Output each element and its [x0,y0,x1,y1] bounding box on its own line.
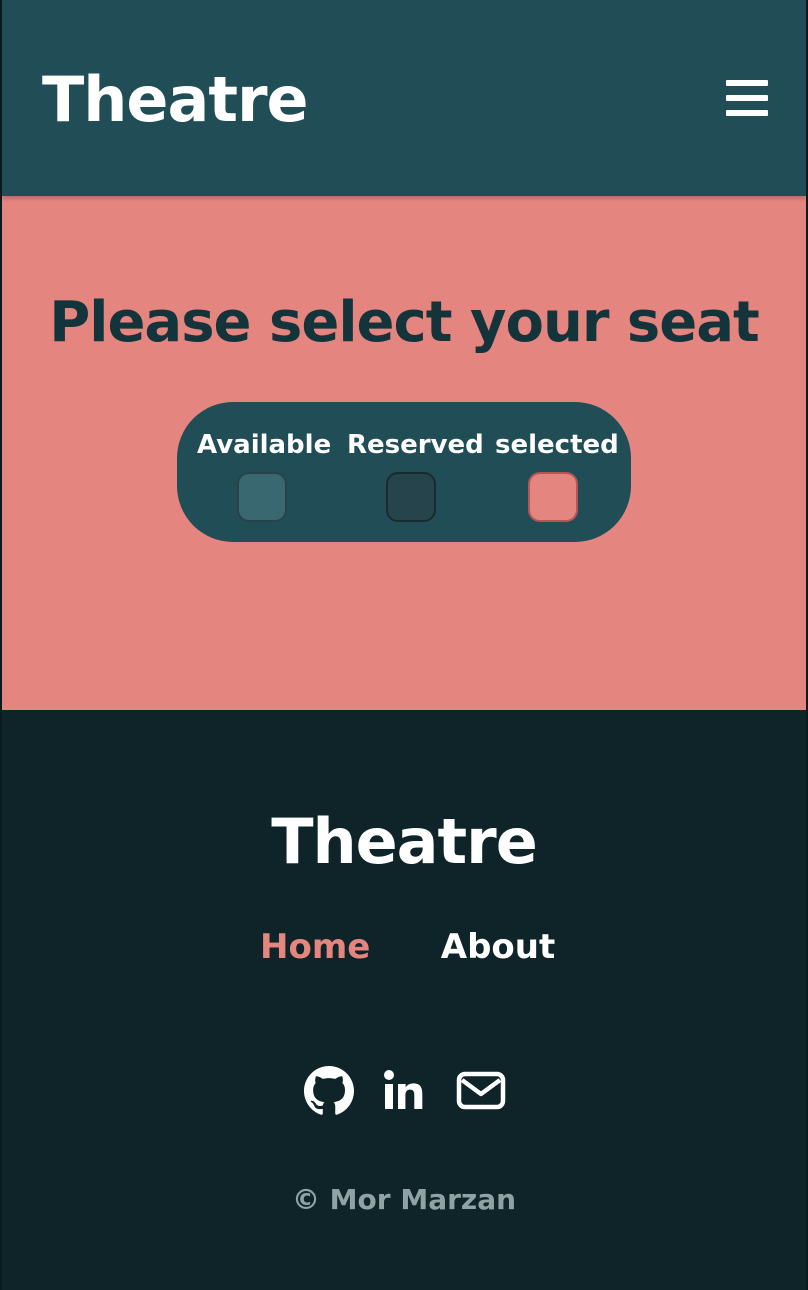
page-title: Please select your seat [49,290,760,355]
footer-brand-logo: Theatre [271,805,538,878]
brand-logo[interactable]: Theatre [42,64,309,136]
page: Theatre Please select your seat Availabl… [0,0,808,1290]
seat-swatch-reserved [386,472,436,522]
linkedin-icon[interactable] [380,1066,430,1116]
menu-bar [726,110,768,116]
legend-item-selected: selected [495,428,619,462]
menu-bar [726,80,768,86]
github-icon[interactable] [304,1066,354,1116]
seat-swatch-selected [528,472,578,522]
github-icon-graphic [304,1066,354,1115]
legend-label-reserved: Reserved [347,430,484,460]
legend-item-available: Available [197,428,332,462]
footer-nav-home[interactable]: Home [260,926,370,968]
seat-legend: Available Reserved selected [177,402,631,542]
legend-label-available: Available [197,430,332,460]
legend-item-reserved: Reserved [347,428,484,462]
legend-label-selected: selected [495,430,619,460]
hamburger-menu-icon[interactable] [726,80,768,116]
site-header: Theatre [2,0,806,196]
seat-selection-section: Please select your seat Available Reserv… [2,196,806,710]
site-footer: Theatre Home About © Mor Marzan [2,710,806,1290]
linkedin-icon-graphic [384,1070,423,1109]
seat-swatch-available [237,472,287,522]
menu-bar [726,95,768,101]
footer-nav-about[interactable]: About [440,926,556,968]
copyright-text: © Mor Marzan [291,1183,517,1216]
mail-icon[interactable] [456,1066,506,1116]
mail-icon-graphic [456,1071,506,1110]
